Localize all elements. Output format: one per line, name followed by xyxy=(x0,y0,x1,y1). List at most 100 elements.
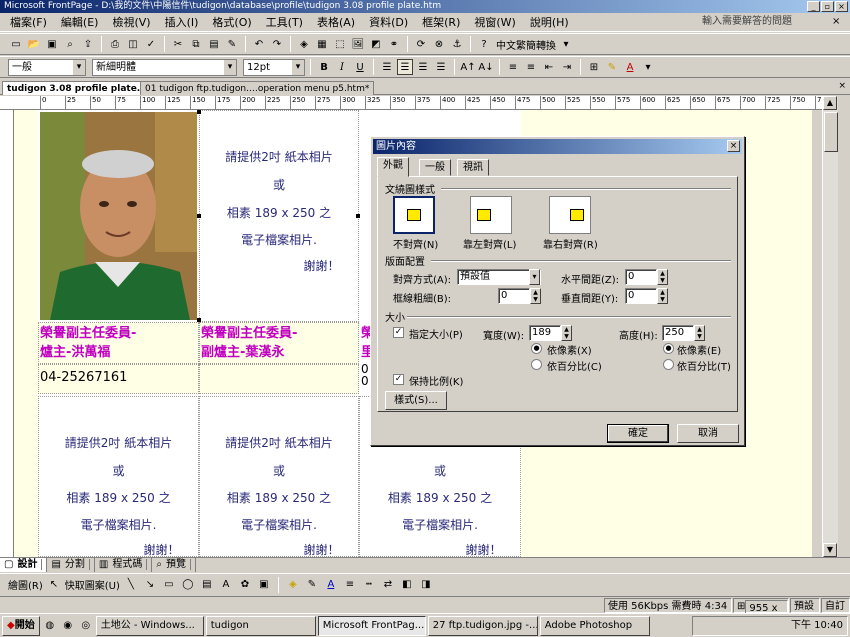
menu-data[interactable]: 資料(D) xyxy=(369,14,408,30)
height-input[interactable]: 250 xyxy=(662,325,694,341)
italic-icon[interactable]: I xyxy=(334,59,350,75)
wordart-icon[interactable]: A xyxy=(218,577,234,593)
page-size[interactable]: ⊞955 x 600 xyxy=(733,598,789,629)
menu-format[interactable]: 格式(O) xyxy=(212,14,251,30)
style-select[interactable]: 一般 xyxy=(8,58,86,76)
menu-table[interactable]: 表格(A) xyxy=(317,14,355,30)
select-pointer-icon[interactable]: ↖ xyxy=(46,577,62,593)
chevron-down-icon[interactable]: ▾ xyxy=(558,36,574,52)
undo-icon[interactable]: ↶ xyxy=(251,36,267,52)
view-tab-split[interactable]: ▤ 分割 xyxy=(47,558,95,572)
width-pixels-radio[interactable]: ● xyxy=(531,343,542,354)
quicklaunch-icon[interactable]: ◎ xyxy=(78,618,94,634)
shadow-icon[interactable]: ◧ xyxy=(399,577,415,593)
fill-color-icon[interactable]: ◈ xyxy=(285,577,301,593)
decrease-indent-icon[interactable]: ⇤ xyxy=(541,59,557,75)
menu-frames[interactable]: 框架(R) xyxy=(422,14,460,30)
scroll-down-icon[interactable]: ▼ xyxy=(823,543,837,557)
scroll-thumb[interactable] xyxy=(824,112,838,152)
border-input[interactable]: 0 xyxy=(498,288,530,304)
increase-indent-icon[interactable]: ⇥ xyxy=(559,59,575,75)
highlight-icon[interactable]: ✎ xyxy=(604,59,620,75)
arrow-style-icon[interactable]: ⇄ xyxy=(380,577,396,593)
height-pixels-radio[interactable]: ● xyxy=(663,343,674,354)
cancel-button[interactable]: 取消 xyxy=(677,424,739,443)
font-color-icon[interactable]: A xyxy=(323,577,339,593)
cut-icon[interactable]: ✂ xyxy=(170,36,186,52)
print-icon[interactable]: ⎙ xyxy=(107,36,123,52)
h-scroll-track[interactable] xyxy=(196,558,850,572)
line-icon[interactable]: ╲ xyxy=(123,577,139,593)
mode-default[interactable]: 預設 xyxy=(790,598,820,613)
hspace-input[interactable]: 0 xyxy=(625,269,657,285)
mode-custom[interactable]: 自訂 xyxy=(821,598,850,613)
window-title-bar[interactable]: Microsoft FrontPage - D:\我的文件\中陽信件\tudig… xyxy=(0,0,850,13)
redo-icon[interactable]: ↷ xyxy=(269,36,285,52)
width-percent-radio[interactable] xyxy=(531,359,542,370)
draw-menu[interactable]: 繪圖(R) xyxy=(8,577,43,592)
line-style-icon[interactable]: ≡ xyxy=(342,577,358,593)
menu-window[interactable]: 視窗(W) xyxy=(474,14,515,30)
vspace-input[interactable]: 0 xyxy=(625,288,657,304)
bold-icon[interactable]: B xyxy=(316,59,332,75)
wrap-left-option[interactable] xyxy=(470,196,512,234)
view-tab-design[interactable]: ▢ 設計 xyxy=(0,558,48,572)
web-component-icon[interactable]: ◈ xyxy=(296,36,312,52)
height-percent-radio[interactable] xyxy=(663,359,674,370)
new-page-icon[interactable]: ▭ xyxy=(8,36,24,52)
dialog-title-bar[interactable]: 圖片內容 × xyxy=(373,139,742,154)
chevron-down-icon[interactable]: ▾ xyxy=(640,59,656,75)
align-left-icon[interactable]: ☰ xyxy=(379,59,395,75)
chinese-convert-button[interactable]: 中文繁簡轉換 xyxy=(496,37,556,52)
justify-icon[interactable]: ☰ xyxy=(433,59,449,75)
profile-photo[interactable] xyxy=(40,112,197,320)
start-button[interactable]: ◆開始 xyxy=(2,615,40,636)
close-icon[interactable]: × xyxy=(835,1,848,12)
menu-view[interactable]: 檢視(V) xyxy=(112,14,150,30)
tab-appearance[interactable]: 外觀 xyxy=(377,157,409,177)
doc-tab-operation-menu[interactable]: 01 tudigon ftp.tudigon.…operation menu p… xyxy=(140,81,375,95)
clock[interactable]: 下午 10:40 xyxy=(791,620,843,631)
menu-help[interactable]: 說明(H) xyxy=(530,14,569,30)
stop-icon[interactable]: ⊗ xyxy=(431,36,447,52)
hyperlink-icon[interactable]: ⚭ xyxy=(386,36,402,52)
resize-handle[interactable] xyxy=(197,110,201,114)
size-select[interactable]: 12pt xyxy=(243,58,305,76)
width-input[interactable]: 189 xyxy=(529,325,561,341)
width-spinner[interactable]: ▲ ▼ xyxy=(561,325,572,341)
view-tab-code[interactable]: ▥ 程式碼 xyxy=(95,558,153,572)
spelling-icon[interactable]: ✓ xyxy=(143,36,159,52)
close-icon[interactable]: × xyxy=(727,140,740,152)
open-icon[interactable]: 📂 xyxy=(26,36,42,52)
layer-icon[interactable]: ⬚ xyxy=(332,36,348,52)
tab-general[interactable]: 一般 xyxy=(419,159,451,176)
font-select[interactable]: 新細明體 xyxy=(92,58,237,76)
paste-icon[interactable]: ▤ xyxy=(206,36,222,52)
save-icon[interactable]: ▣ xyxy=(44,36,60,52)
refresh-icon[interactable]: ⟳ xyxy=(413,36,429,52)
align-right-icon[interactable]: ☰ xyxy=(415,59,431,75)
task-button-active[interactable]: Microsoft FrontPag... xyxy=(317,615,426,636)
rectangle-icon[interactable]: ▭ xyxy=(161,577,177,593)
font-grow-icon[interactable]: A↑ xyxy=(460,59,476,75)
textbox-icon[interactable]: ▤ xyxy=(199,577,215,593)
autoshapes-menu[interactable]: 快取圖案(U) xyxy=(65,577,120,592)
border-spinner[interactable]: ▲ ▼ xyxy=(530,288,541,304)
ok-button[interactable]: 確定 xyxy=(607,424,669,443)
task-button[interactable]: 27 ftp.tudigon.jpg -... xyxy=(427,615,538,636)
oval-icon[interactable]: ◯ xyxy=(180,577,196,593)
close-document-icon[interactable]: × xyxy=(832,16,840,27)
keep-ratio-checkbox[interactable]: ✓ xyxy=(393,374,404,385)
arrow-icon[interactable]: ↘ xyxy=(142,577,158,593)
font-color-icon[interactable]: A xyxy=(622,59,638,75)
drawing-icon[interactable]: ◩ xyxy=(368,36,384,52)
wrap-right-option[interactable] xyxy=(549,196,591,234)
dash-style-icon[interactable]: ┅ xyxy=(361,577,377,593)
task-button[interactable]: 土地公 - Windows... xyxy=(95,615,204,636)
chevron-down-icon[interactable]: ▾ xyxy=(529,269,540,285)
insert-picture-icon[interactable]: 🖼 xyxy=(350,36,366,52)
3d-icon[interactable]: ◨ xyxy=(418,577,434,593)
underline-icon[interactable]: U xyxy=(352,59,368,75)
font-shrink-icon[interactable]: A↓ xyxy=(478,59,494,75)
quicklaunch-icon[interactable]: ◍ xyxy=(42,618,58,634)
